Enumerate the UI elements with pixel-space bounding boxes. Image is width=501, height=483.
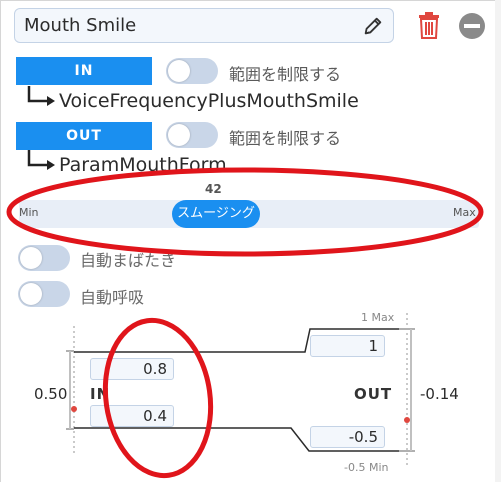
- toggle-knob: [168, 124, 190, 146]
- in-parameter-name: VoiceFrequencyPlusMouthSmile: [59, 90, 359, 112]
- in-current-value: 0.50: [34, 385, 68, 403]
- out-axis-label: OUT: [354, 385, 393, 403]
- in-axis-label: IN: [90, 385, 111, 403]
- toggle-knob: [20, 247, 42, 269]
- out-parameter-name: ParamMouthForm: [59, 154, 227, 176]
- in-button[interactable]: IN: [16, 57, 152, 85]
- trash-icon[interactable]: [417, 11, 441, 39]
- smoothing-min-label: Min: [19, 206, 39, 219]
- toggle-knob: [168, 60, 190, 82]
- scrollbar[interactable]: [495, 0, 501, 482]
- out-min-input[interactable]: -0.5: [310, 426, 385, 448]
- out-current-value: -0.14: [420, 385, 459, 403]
- link-arrow-icon: [27, 150, 55, 170]
- out-max-caption: 1 Max: [361, 311, 395, 324]
- minus-circle-icon[interactable]: [458, 12, 486, 40]
- name-input-value: Mouth Smile: [24, 15, 137, 36]
- out-max-input[interactable]: 1: [310, 335, 385, 357]
- smoothing-slider-thumb[interactable]: スムージング: [172, 200, 260, 228]
- out-clamp-toggle[interactable]: [166, 122, 218, 148]
- in-clamp-label: 範囲を制限する: [229, 65, 342, 84]
- out-button[interactable]: OUT: [16, 122, 152, 150]
- out-min-caption: -0.5 Min: [344, 461, 389, 474]
- in-max-input[interactable]: 0.8: [90, 358, 174, 380]
- smoothing-value: 42: [205, 182, 222, 196]
- auto-blink-toggle[interactable]: [18, 245, 70, 271]
- parameter-panel: Mouth Smile IN 範囲を制限する VoiceFrequencyPlu…: [0, 0, 499, 482]
- auto-blink-label: 自動まばたき: [80, 251, 177, 270]
- in-clamp-toggle[interactable]: [166, 58, 218, 84]
- pencil-icon[interactable]: [362, 15, 384, 37]
- in-min-input[interactable]: 0.4: [90, 405, 174, 427]
- link-arrow-icon: [27, 86, 55, 106]
- smoothing-max-label: Max: [453, 206, 476, 219]
- name-input[interactable]: Mouth Smile: [14, 8, 394, 43]
- out-clamp-label: 範囲を制限する: [229, 129, 342, 148]
